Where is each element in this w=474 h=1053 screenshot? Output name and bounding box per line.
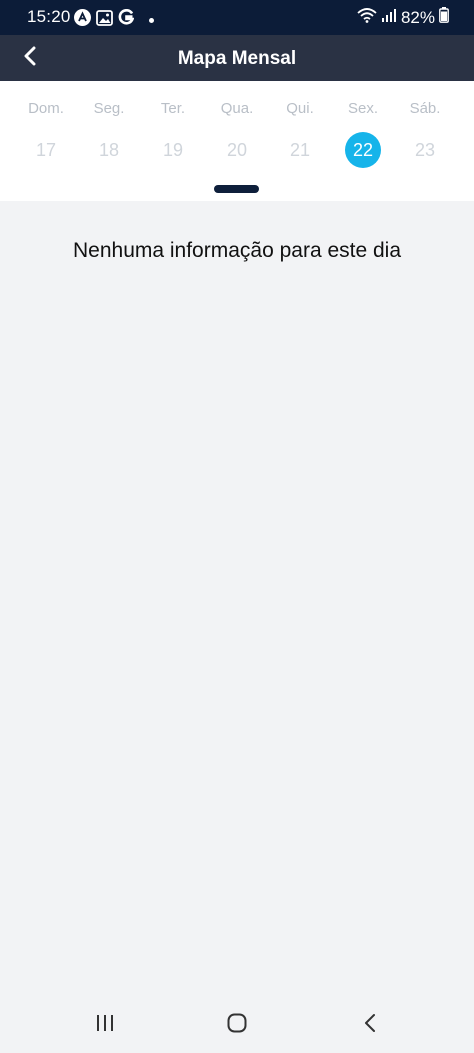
back-icon xyxy=(364,1013,376,1038)
day-number: 21 xyxy=(289,140,311,160)
google-icon xyxy=(118,9,135,31)
signal-icon xyxy=(381,8,397,28)
day-tuesday[interactable]: Ter. 19 xyxy=(142,81,204,181)
day-number: 17 xyxy=(35,140,57,160)
day-number: 19 xyxy=(162,140,184,160)
gallery-icon xyxy=(96,9,113,31)
more-notifications-dot xyxy=(149,17,154,23)
day-name: Dom. xyxy=(28,100,64,117)
day-sunday[interactable]: Dom. 17 xyxy=(15,81,77,181)
home-icon xyxy=(227,1013,247,1038)
day-monday[interactable]: Seg. 18 xyxy=(78,81,140,181)
nav-back-button[interactable] xyxy=(350,1011,390,1039)
battery-icon xyxy=(439,7,449,28)
day-number-selected: 22 xyxy=(345,132,381,168)
system-status: 82% xyxy=(357,7,449,28)
recent-apps-icon xyxy=(95,1014,115,1037)
empty-state-message: Nenhuma informação para este dia xyxy=(72,239,402,262)
day-number: 23 xyxy=(414,140,436,160)
battery-level: 82% xyxy=(400,7,435,27)
home-button[interactable] xyxy=(217,1011,257,1039)
notification-icons xyxy=(74,9,154,31)
day-name: Qui. xyxy=(286,100,314,117)
drag-handle[interactable] xyxy=(214,185,259,193)
day-name: Sex. xyxy=(347,100,378,117)
status-time: 15:20 xyxy=(27,7,71,26)
day-name: Seg. xyxy=(93,100,125,117)
page-title: Mapa Mensal xyxy=(177,48,297,69)
day-friday[interactable]: Sex. 22 xyxy=(332,81,394,181)
status-bar: 15:20 82% xyxy=(0,0,474,35)
day-name: Ter. xyxy=(160,100,186,117)
day-name: Sáb. xyxy=(409,100,441,117)
day-saturday[interactable]: Sáb. 23 xyxy=(394,81,456,181)
recent-apps-button[interactable] xyxy=(85,1011,125,1039)
day-number: 18 xyxy=(98,140,120,160)
app-notification-icon xyxy=(74,9,91,31)
app-header: Mapa Mensal xyxy=(0,35,474,81)
week-day-selector: Dom. 17 Seg. 18 Ter. 19 Qua. 20 Qui. 21 … xyxy=(0,81,474,201)
system-navigation-bar xyxy=(0,997,474,1053)
day-wednesday[interactable]: Qua. 20 xyxy=(206,81,268,181)
day-number: 20 xyxy=(226,140,248,160)
day-thursday[interactable]: Qui. 21 xyxy=(269,81,331,181)
wifi-icon xyxy=(357,7,377,28)
day-name: Qua. xyxy=(220,100,254,117)
day-content: Nenhuma informação para este dia xyxy=(0,201,474,997)
